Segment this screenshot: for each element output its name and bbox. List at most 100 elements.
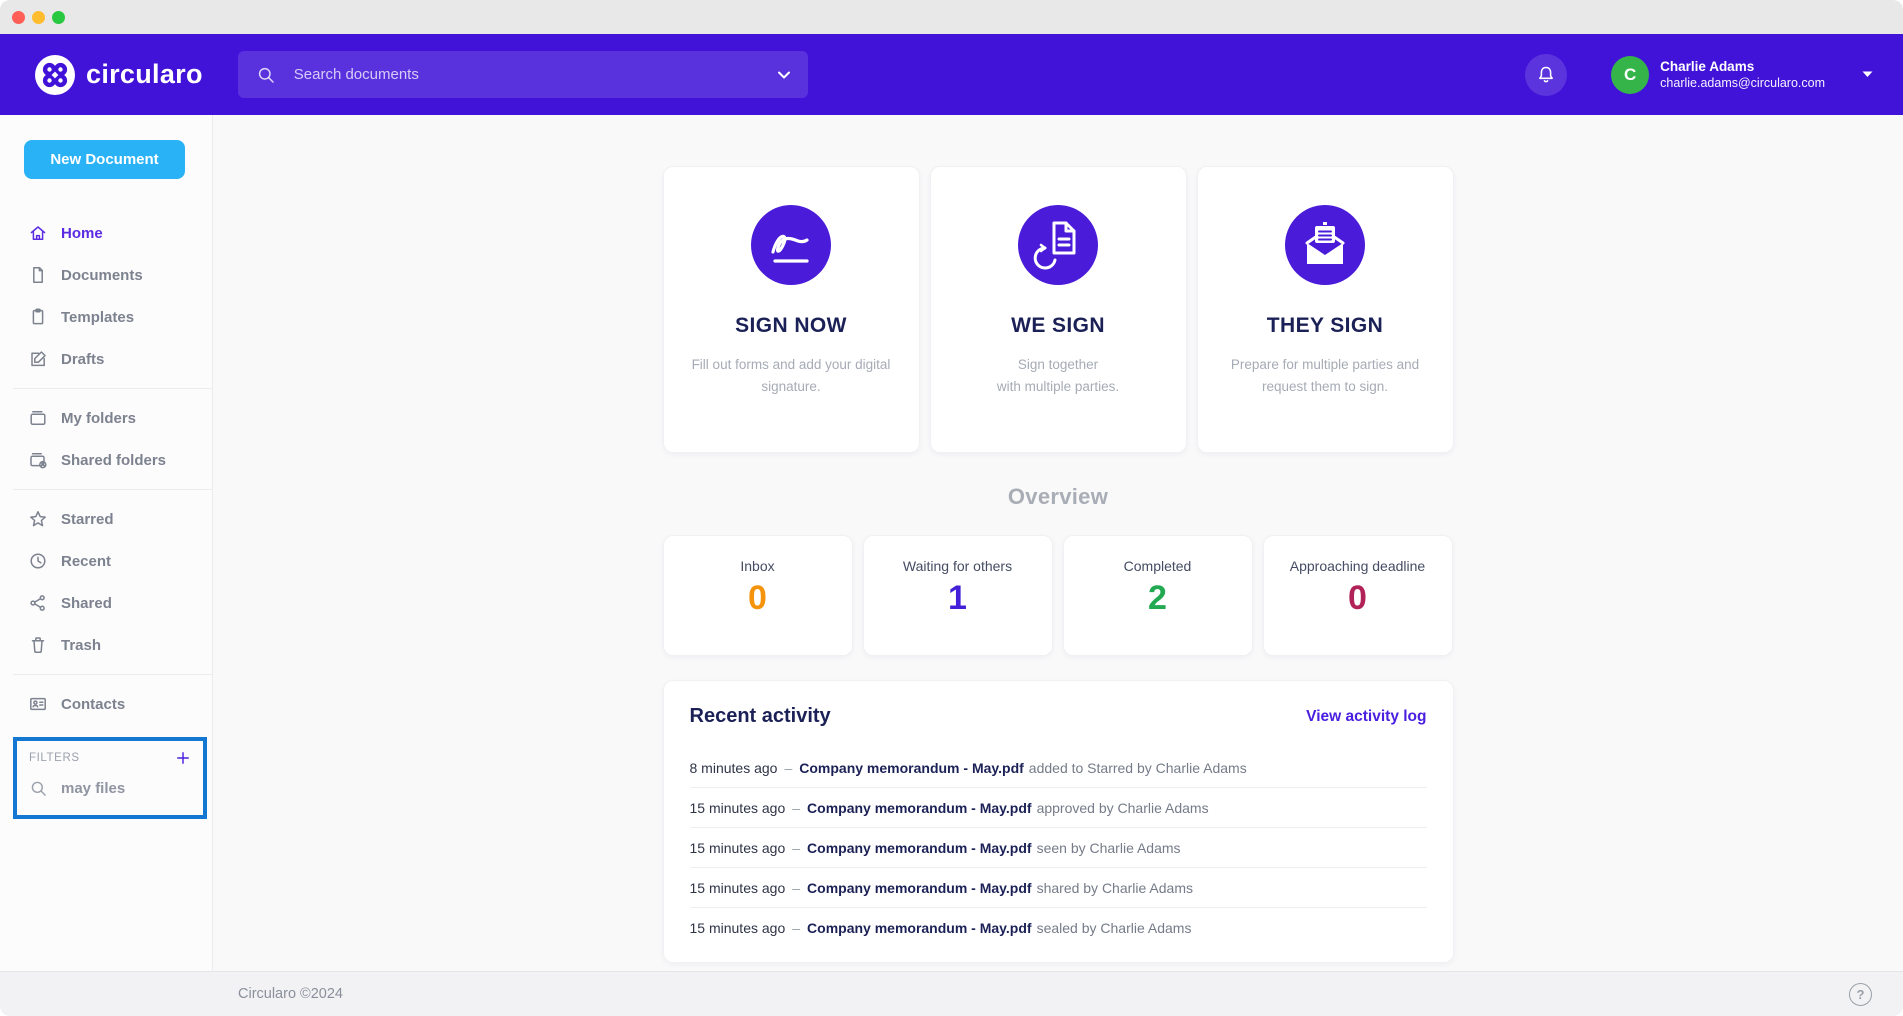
saved-filter-query: may files [61, 780, 125, 797]
sidebar-item-contacts[interactable]: Contacts [0, 683, 212, 725]
search-dropdown-caret-icon[interactable] [778, 71, 790, 79]
sidebar-divider [13, 388, 212, 389]
stat-label: Completed [1064, 558, 1252, 574]
sidebar-item-label: Trash [61, 637, 101, 654]
activity-file-name: Company memorandum - May.pdf [807, 800, 1032, 816]
sidebar-item-trash[interactable]: Trash [0, 624, 212, 666]
stat-card-completed[interactable]: Completed 2 [1063, 535, 1253, 656]
main-content: SIGN NOW Fill out forms and add your dig… [213, 115, 1903, 971]
sidebar-item-shared-folders[interactable]: Shared folders [0, 439, 212, 481]
stat-label: Inbox [664, 558, 852, 574]
activity-row: 15 minutes ago – Company memorandum - Ma… [690, 908, 1427, 948]
stat-card-inbox[interactable]: Inbox 0 [663, 535, 853, 656]
filters-header: FILTERS [29, 750, 191, 766]
user-meta: Charlie Adams charlie.adams@circularo.co… [1660, 58, 1825, 92]
sidebar-item-label: Starred [61, 511, 114, 528]
stat-card-approaching-deadline[interactable]: Approaching deadline 0 [1263, 535, 1453, 656]
activity-action: shared by Charlie Adams [1037, 880, 1193, 896]
search-icon [256, 65, 276, 85]
sidebar-item-label: Contacts [61, 696, 125, 713]
top-navigation-bar: circularo [0, 34, 1903, 115]
envelope-letter-icon [1285, 205, 1365, 285]
app-shell: New Document Home Documents [0, 115, 1903, 971]
activity-time: 8 minutes ago [690, 760, 778, 776]
circularo-logo[interactable]: circularo [35, 55, 203, 95]
stat-label: Waiting for others [864, 558, 1052, 574]
help-button[interactable]: ? [1849, 983, 1872, 1006]
add-filter-button[interactable] [175, 750, 191, 766]
they-sign-card[interactable]: THEY SIGN Prepare for multiple parties a… [1197, 166, 1454, 453]
activity-row: 15 minutes ago – Company memorandum - Ma… [690, 828, 1427, 868]
pencil-square-icon [28, 349, 48, 369]
sidebar: New Document Home Documents [0, 115, 213, 971]
activity-action: approved by Charlie Adams [1037, 800, 1209, 816]
shared-folder-icon [28, 450, 48, 470]
activity-time: 15 minutes ago [690, 920, 786, 936]
overview-section-title: Overview [663, 484, 1454, 510]
sidebar-divider [13, 489, 212, 490]
recent-activity-title: Recent activity [690, 705, 831, 728]
sidebar-item-templates[interactable]: Templates [0, 296, 212, 338]
window-close-button[interactable] [12, 11, 25, 24]
sign-now-card[interactable]: SIGN NOW Fill out forms and add your dig… [663, 166, 920, 453]
activity-time: 15 minutes ago [690, 880, 786, 896]
sidebar-item-drafts[interactable]: Drafts [0, 338, 212, 380]
bell-icon [1535, 64, 1557, 86]
search-icon [29, 779, 48, 798]
home-icon [28, 223, 48, 243]
footer: Circularo ©2024 ? [0, 971, 1903, 1016]
question-icon: ? [1857, 987, 1865, 1002]
action-card-title: WE SIGN [931, 314, 1186, 338]
action-card-description: Fill out forms and add your digital sign… [664, 354, 919, 397]
stat-card-waiting-for-others[interactable]: Waiting for others 1 [863, 535, 1053, 656]
activity-separator: – [792, 920, 800, 936]
activity-action: sealed by Charlie Adams [1037, 920, 1192, 936]
sidebar-nav: Home Documents Templates [0, 212, 212, 725]
new-document-button[interactable]: New Document [24, 140, 185, 179]
app-window: circularo [0, 0, 1903, 1016]
sidebar-item-label: Drafts [61, 351, 104, 368]
view-activity-log-link[interactable]: View activity log [1306, 708, 1426, 726]
activity-time: 15 minutes ago [690, 840, 786, 856]
action-card-description: Sign together with multiple parties. [931, 354, 1186, 397]
sidebar-item-shared[interactable]: Shared [0, 582, 212, 624]
sidebar-item-starred[interactable]: Starred [0, 498, 212, 540]
activity-file-name: Company memorandum - May.pdf [807, 920, 1032, 936]
window-minimize-button[interactable] [32, 11, 45, 24]
notifications-button[interactable] [1525, 54, 1567, 96]
activity-row: 15 minutes ago – Company memorandum - Ma… [690, 788, 1427, 828]
share-icon [28, 593, 48, 613]
activity-file-name: Company memorandum - May.pdf [807, 880, 1032, 896]
activity-separator: – [792, 880, 800, 896]
avatar: C [1611, 56, 1649, 94]
contact-card-icon [28, 694, 48, 714]
circularo-logo-icon [35, 55, 75, 95]
signature-icon [751, 205, 831, 285]
we-sign-card[interactable]: WE SIGN Sign together with multiple part… [930, 166, 1187, 453]
copyright-text: Circularo ©2024 [238, 986, 343, 1002]
filters-section-highlighted: FILTERS may files [13, 737, 207, 819]
saved-filter-item[interactable]: may files [29, 779, 191, 798]
action-card-title: THEY SIGN [1198, 314, 1453, 338]
window-zoom-button[interactable] [52, 11, 65, 24]
action-card-description: Prepare for multiple parties and request… [1198, 354, 1453, 397]
sidebar-item-my-folders[interactable]: My folders [0, 397, 212, 439]
sidebar-item-home[interactable]: Home [0, 212, 212, 254]
recent-activity-panel: Recent activity View activity log 8 minu… [663, 680, 1454, 963]
user-menu[interactable]: C Charlie Adams charlie.adams@circularo.… [1611, 56, 1873, 94]
overview-stats-row: Inbox 0 Waiting for others 1 Completed 2… [663, 535, 1454, 656]
activity-file-name: Company memorandum - May.pdf [807, 840, 1032, 856]
sidebar-item-label: My folders [61, 410, 136, 427]
action-card-title: SIGN NOW [664, 314, 919, 338]
sidebar-item-label: Documents [61, 267, 143, 284]
search-input[interactable] [292, 65, 778, 84]
sidebar-item-documents[interactable]: Documents [0, 254, 212, 296]
activity-list: 8 minutes ago – Company memorandum - May… [690, 748, 1427, 948]
star-icon [28, 509, 48, 529]
sidebar-item-label: Shared folders [61, 452, 166, 469]
trash-icon [28, 635, 48, 655]
sidebar-item-recent[interactable]: Recent [0, 540, 212, 582]
folder-icon [28, 408, 48, 428]
search-bar[interactable] [238, 51, 808, 98]
activity-separator: – [784, 760, 792, 776]
